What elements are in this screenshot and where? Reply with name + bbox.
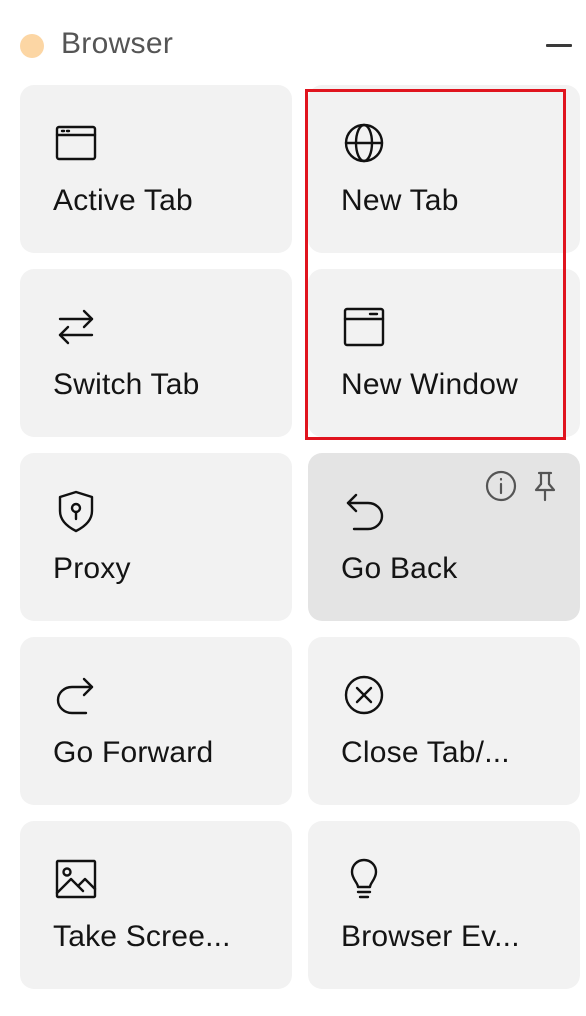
card-active-tab[interactable]: Active Tab [20, 85, 292, 253]
shield-keyhole-icon [52, 487, 100, 535]
section-header: Browser [0, 0, 586, 88]
card-label: Go Back [341, 552, 458, 585]
card-close-tab[interactable]: Close Tab/... [308, 637, 580, 805]
section-title: Browser [61, 27, 174, 60]
card-label: New Tab [341, 184, 459, 217]
status-dot [20, 34, 44, 58]
minus-icon[interactable] [546, 44, 572, 47]
card-label: Active Tab [53, 184, 193, 217]
card-proxy[interactable]: Proxy [20, 453, 292, 621]
card-browser-event[interactable]: Browser Ev... [308, 821, 580, 989]
card-switch-tab[interactable]: Switch Tab [20, 269, 292, 437]
undo-arrow-icon [340, 487, 388, 535]
card-go-forward[interactable]: Go Forward [20, 637, 292, 805]
redo-arrow-icon [52, 671, 100, 719]
globe-icon [340, 119, 388, 167]
card-label: Proxy [53, 552, 131, 585]
lightbulb-icon [340, 855, 388, 903]
info-icon[interactable] [484, 469, 518, 503]
card-label: New Window [341, 368, 519, 401]
card-new-window[interactable]: New Window [308, 269, 580, 437]
card-new-tab[interactable]: New Tab [308, 85, 580, 253]
switch-arrows-icon [52, 303, 100, 351]
close-circle-icon [340, 671, 388, 719]
window-icon [340, 303, 388, 351]
card-label: Go Forward [53, 736, 214, 769]
card-label: Browser Ev... [341, 920, 520, 953]
image-icon [52, 855, 100, 903]
card-take-screenshot[interactable]: Take Scree... [20, 821, 292, 989]
card-label: Take Scree... [53, 920, 231, 953]
card-label: Close Tab/... [341, 736, 510, 769]
card-label: Switch Tab [53, 368, 200, 401]
browser-window-icon [52, 119, 100, 167]
pin-icon[interactable] [528, 469, 562, 503]
card-go-back[interactable]: Go Back [308, 453, 580, 621]
